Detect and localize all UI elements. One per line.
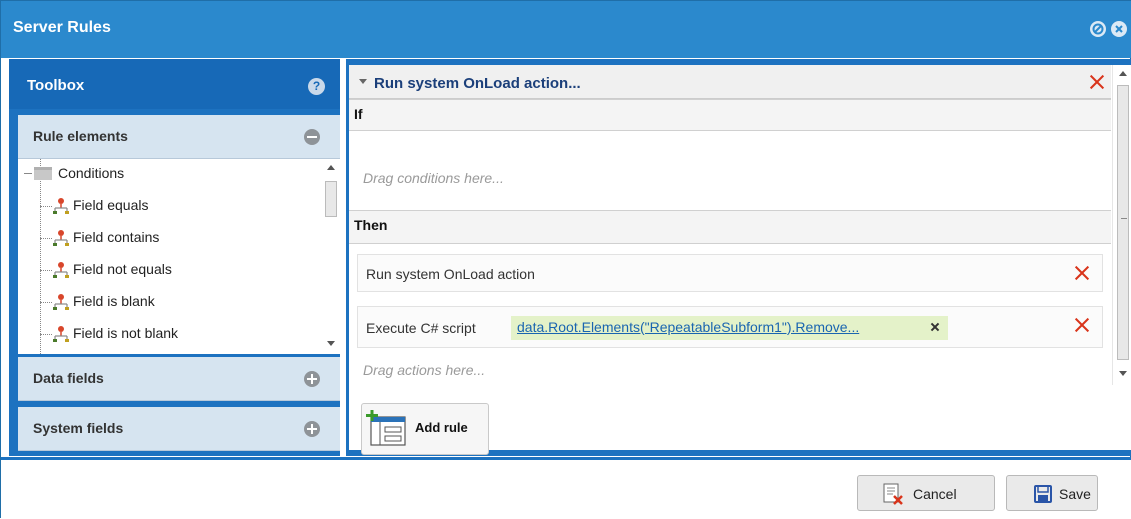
save-label: Save xyxy=(1059,486,1091,502)
scroll-up-icon[interactable] xyxy=(1119,71,1127,76)
scroll-up-icon[interactable] xyxy=(327,165,335,170)
rule-elements-tree: Conditions Field equals Field contains F… xyxy=(18,159,340,354)
toolbox-header: Toolbox ? xyxy=(9,59,340,109)
rule-elements-label: Rule elements xyxy=(33,128,128,144)
delete-rule-icon[interactable] xyxy=(1089,74,1105,90)
rule-element-icon xyxy=(53,326,69,342)
then-header: Then xyxy=(349,210,1111,244)
rule-element-icon xyxy=(53,294,69,310)
collapse-icon[interactable] xyxy=(304,129,320,145)
data-fields-label: Data fields xyxy=(33,370,104,386)
tree-item-field-is-blank[interactable]: Field is blank xyxy=(18,287,318,317)
help-icon[interactable]: ? xyxy=(308,78,325,95)
dialog-title: Server Rules xyxy=(13,19,111,36)
tree-item-field-not-equals[interactable]: Field not equals xyxy=(18,255,318,285)
expand-icon[interactable] xyxy=(304,371,320,387)
rule-title[interactable]: Run system OnLoad action... xyxy=(374,75,581,92)
tree-item-label: Field is not blank xyxy=(73,325,179,341)
delete-action-icon[interactable] xyxy=(1074,265,1090,281)
actions-drop-zone[interactable]: Drag actions here... xyxy=(363,362,485,378)
action-label: Execute C# script xyxy=(366,320,476,336)
if-header: If xyxy=(349,99,1111,131)
conditions-drop-zone[interactable]: Drag conditions here... xyxy=(363,170,504,186)
then-label: Then xyxy=(354,217,388,233)
tree-item-label: Field equals xyxy=(73,197,149,213)
server-rules-dialog: Server Rules Toolbox ? Rule elements Con… xyxy=(0,0,1131,519)
script-chip[interactable]: data.Root.Elements("RepeatableSubform1")… xyxy=(511,316,948,340)
folder-icon xyxy=(34,167,52,180)
rules-panel: Run system OnLoad action... If Drag cond… xyxy=(346,59,1131,456)
rule-element-icon xyxy=(53,198,69,214)
collapse-icon[interactable] xyxy=(24,173,32,174)
rule-element-icon xyxy=(53,230,69,246)
tree-folder-label: Conditions xyxy=(58,165,125,181)
cancel-button[interactable]: Cancel xyxy=(857,475,995,511)
tree-item-field-contains[interactable]: Field contains xyxy=(18,223,318,253)
tree-item-label: Field contains xyxy=(73,229,160,245)
action-row[interactable]: Run system OnLoad action xyxy=(357,254,1103,292)
dialog-footer: Cancel Save xyxy=(1,457,1131,519)
scroll-down-icon[interactable] xyxy=(327,341,335,346)
save-icon xyxy=(1034,485,1052,503)
cancel-icon xyxy=(883,483,903,505)
scroll-down-icon[interactable] xyxy=(1119,371,1127,376)
minimize-icon[interactable] xyxy=(1090,21,1106,37)
tree-item-field-is-not-blank[interactable]: Field is not blank xyxy=(18,319,318,349)
system-fields-label: System fields xyxy=(33,420,124,436)
add-rule-icon xyxy=(366,410,406,446)
add-rule-label: Add rule xyxy=(415,420,468,435)
expand-icon[interactable] xyxy=(304,421,320,437)
scrollbar-thumb[interactable] xyxy=(1117,85,1129,360)
collapse-caret-icon[interactable] xyxy=(359,79,367,84)
rules-scrollbar[interactable] xyxy=(1112,65,1131,385)
tree-item-label: Field is blank xyxy=(73,293,155,309)
close-icon[interactable] xyxy=(1111,21,1127,37)
add-rule-button[interactable]: Add rule xyxy=(361,403,489,455)
tree-folder-conditions[interactable]: Conditions xyxy=(18,159,318,189)
tree-item-field-equals[interactable]: Field equals xyxy=(18,191,318,221)
title-bar: Server Rules xyxy=(1,1,1131,58)
toolbox-title: Toolbox xyxy=(27,77,85,94)
tree-item-label: Field not equals xyxy=(73,261,172,277)
action-label: Run system OnLoad action xyxy=(366,266,535,282)
toolbox-panel: Toolbox ? Rule elements Conditions Field… xyxy=(9,59,340,456)
if-label: If xyxy=(354,106,363,122)
save-button[interactable]: Save xyxy=(1006,475,1098,511)
remove-script-icon[interactable] xyxy=(929,321,941,333)
rule-header[interactable]: Run system OnLoad action... xyxy=(349,65,1111,99)
action-row[interactable]: Execute C# script data.Root.Elements("Re… xyxy=(357,306,1103,348)
rule-element-icon xyxy=(53,262,69,278)
script-link[interactable]: data.Root.Elements("RepeatableSubform1")… xyxy=(517,319,859,335)
rules-editor: Run system OnLoad action... If Drag cond… xyxy=(349,65,1131,455)
rule-elements-section[interactable]: Rule elements xyxy=(18,115,340,159)
tree-scrollbar[interactable] xyxy=(323,159,339,354)
delete-action-icon[interactable] xyxy=(1074,317,1090,333)
cancel-label: Cancel xyxy=(913,486,957,502)
scrollbar-thumb[interactable] xyxy=(325,181,337,217)
data-fields-section[interactable]: Data fields xyxy=(18,357,340,401)
system-fields-section[interactable]: System fields xyxy=(18,407,340,451)
